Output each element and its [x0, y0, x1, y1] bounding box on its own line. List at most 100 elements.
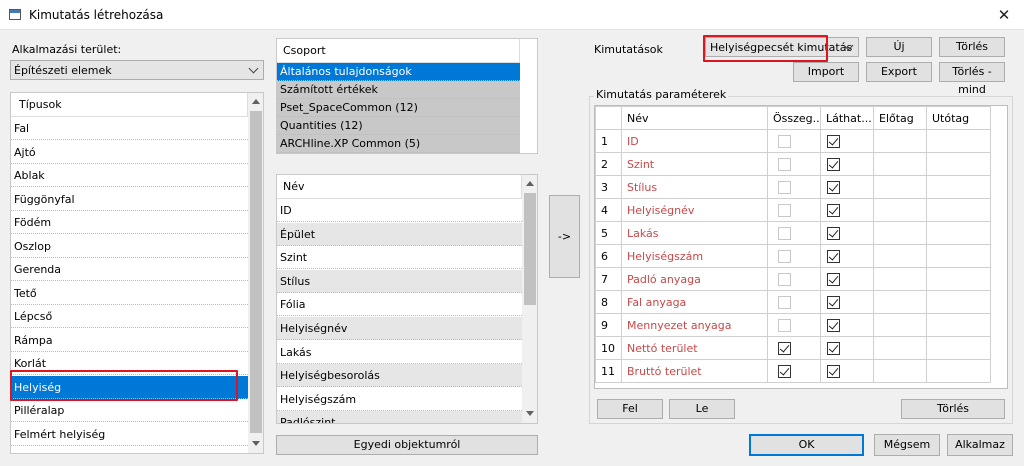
param-name-cell[interactable]: Nettó terület — [621, 336, 768, 360]
param-prefix-cell[interactable] — [873, 244, 927, 268]
param-prefix-cell[interactable] — [873, 221, 927, 245]
param-visible-cell[interactable] — [820, 313, 874, 337]
param-sum-cell[interactable] — [767, 336, 821, 360]
param-sum-cell[interactable] — [767, 198, 821, 222]
param-number-cell[interactable]: 7 — [595, 267, 622, 291]
group-list-item[interactable]: Általános tulajdonságok — [277, 63, 520, 81]
param-name-cell[interactable]: Szint — [621, 152, 768, 176]
scroll-thumb[interactable] — [250, 111, 262, 433]
param-visible-cell[interactable] — [820, 290, 874, 314]
param-suffix-cell[interactable] — [926, 129, 991, 153]
names-scrollbar[interactable] — [522, 175, 537, 423]
area-dropdown[interactable]: Építészeti elemek — [10, 60, 264, 80]
param-visible-cell[interactable] — [820, 359, 874, 383]
name-list-item[interactable]: Helyiségszám — [277, 388, 522, 411]
param-number-cell[interactable]: 8 — [595, 290, 622, 314]
param-suffix-cell[interactable] — [926, 152, 991, 176]
type-list-item[interactable]: Oszlop — [11, 235, 248, 258]
param-sum-cell[interactable] — [767, 313, 821, 337]
param-row[interactable]: 9 Mennyezet anyaga — [595, 313, 991, 337]
param-prefix-cell[interactable] — [873, 290, 927, 314]
param-row[interactable]: 7 Padló anyaga — [595, 267, 991, 291]
param-number-cell[interactable]: 11 — [595, 359, 622, 383]
param-row[interactable]: 1 ID — [595, 129, 991, 153]
custom-object-button[interactable]: Egyedi objektumról — [276, 435, 538, 455]
param-sum-cell[interactable] — [767, 129, 821, 153]
name-list-item[interactable]: Szint — [277, 246, 522, 270]
param-prefix-cell[interactable] — [873, 267, 927, 291]
param-visible-cell[interactable] — [820, 129, 874, 153]
param-name-cell[interactable]: Fal anyaga — [621, 290, 768, 314]
group-list[interactable]: Csoport Általános tulajdonságok Számított… — [276, 38, 538, 154]
scroll-down-icon[interactable] — [252, 441, 260, 446]
import-button[interactable]: Import — [793, 62, 859, 82]
param-suffix-cell[interactable] — [926, 244, 991, 268]
param-suffix-cell[interactable] — [926, 359, 991, 383]
param-row[interactable]: 11 Bruttó terület — [595, 359, 991, 383]
param-number-cell[interactable]: 1 — [595, 129, 622, 153]
param-row[interactable]: 2 Szint — [595, 152, 991, 176]
checkbox-checked-icon[interactable] — [827, 180, 840, 194]
param-number-cell[interactable]: 3 — [595, 175, 622, 199]
param-suffix-cell[interactable] — [926, 290, 991, 314]
column-header-name[interactable]: Név — [621, 106, 768, 130]
scroll-thumb[interactable] — [524, 193, 536, 305]
param-prefix-cell[interactable] — [873, 152, 927, 176]
param-row[interactable]: 8 Fal anyaga — [595, 290, 991, 314]
type-list-item[interactable]: Ablak — [11, 164, 248, 187]
type-list-item[interactable]: Födém — [11, 211, 248, 234]
param-number-cell[interactable]: 2 — [595, 152, 622, 176]
name-list-item[interactable]: Helyiségnév — [277, 317, 522, 340]
name-list-item[interactable]: Lakás — [277, 341, 522, 364]
param-number-cell[interactable]: 9 — [595, 313, 622, 337]
param-suffix-cell[interactable] — [926, 336, 991, 360]
checkbox-checked-icon[interactable] — [778, 364, 791, 378]
checkbox-checked-icon[interactable] — [827, 203, 840, 217]
ok-button[interactable]: OK — [749, 434, 864, 456]
type-list-item[interactable]: Lépcső — [11, 305, 248, 328]
param-sum-cell[interactable] — [767, 267, 821, 291]
param-visible-cell[interactable] — [820, 152, 874, 176]
param-sum-cell[interactable] — [767, 175, 821, 199]
name-list-item[interactable]: Stílus — [277, 269, 522, 293]
scroll-down-icon[interactable] — [526, 411, 534, 416]
checkbox-disabled-icon[interactable] — [778, 295, 791, 309]
param-visible-cell[interactable] — [820, 198, 874, 222]
delete-row-button[interactable]: Törlés — [901, 399, 1005, 419]
scroll-up-icon[interactable] — [252, 99, 260, 104]
checkbox-checked-icon[interactable] — [827, 272, 840, 286]
checkbox-checked-icon[interactable] — [827, 134, 840, 148]
param-suffix-cell[interactable] — [926, 198, 991, 222]
param-name-cell[interactable]: Helyiségszám — [621, 244, 768, 268]
name-list-item[interactable]: Épület — [277, 222, 522, 246]
param-sum-cell[interactable] — [767, 152, 821, 176]
param-name-cell[interactable]: Lakás — [621, 221, 768, 245]
param-prefix-cell[interactable] — [873, 336, 927, 360]
scroll-up-icon[interactable] — [526, 181, 534, 186]
param-prefix-cell[interactable] — [873, 359, 927, 383]
param-number-cell[interactable]: 10 — [595, 336, 622, 360]
checkbox-disabled-icon[interactable] — [778, 226, 791, 240]
param-number-cell[interactable]: 5 — [595, 221, 622, 245]
checkbox-checked-icon[interactable] — [827, 157, 840, 171]
param-name-cell[interactable]: ID — [621, 129, 768, 153]
column-header-visible[interactable]: Láthat... — [820, 106, 874, 130]
type-list-item[interactable]: Tető — [11, 282, 248, 305]
param-suffix-cell[interactable] — [926, 267, 991, 291]
params-table-container[interactable]: Név Összeg... Láthat... Előtag Utótag 1I… — [594, 105, 1008, 389]
checkbox-disabled-icon[interactable] — [778, 272, 791, 286]
checkbox-checked-icon[interactable] — [778, 341, 791, 355]
param-visible-cell[interactable] — [820, 221, 874, 245]
types-scrollbar[interactable] — [248, 93, 263, 453]
param-visible-cell[interactable] — [820, 175, 874, 199]
name-list-item[interactable]: ID — [277, 199, 522, 222]
close-icon[interactable]: ✕ — [992, 4, 1016, 26]
param-visible-cell[interactable] — [820, 336, 874, 360]
move-down-button[interactable]: Le — [669, 399, 735, 419]
add-parameter-button[interactable]: -> — [549, 195, 580, 278]
type-list-item[interactable]: Függönyfal — [11, 188, 248, 211]
group-list-item[interactable]: Quantities (12) — [277, 117, 520, 135]
name-list-item[interactable]: Padlószint — [277, 411, 522, 423]
type-list-item[interactable]: Ajtó — [11, 141, 248, 164]
checkbox-checked-icon[interactable] — [827, 341, 840, 355]
